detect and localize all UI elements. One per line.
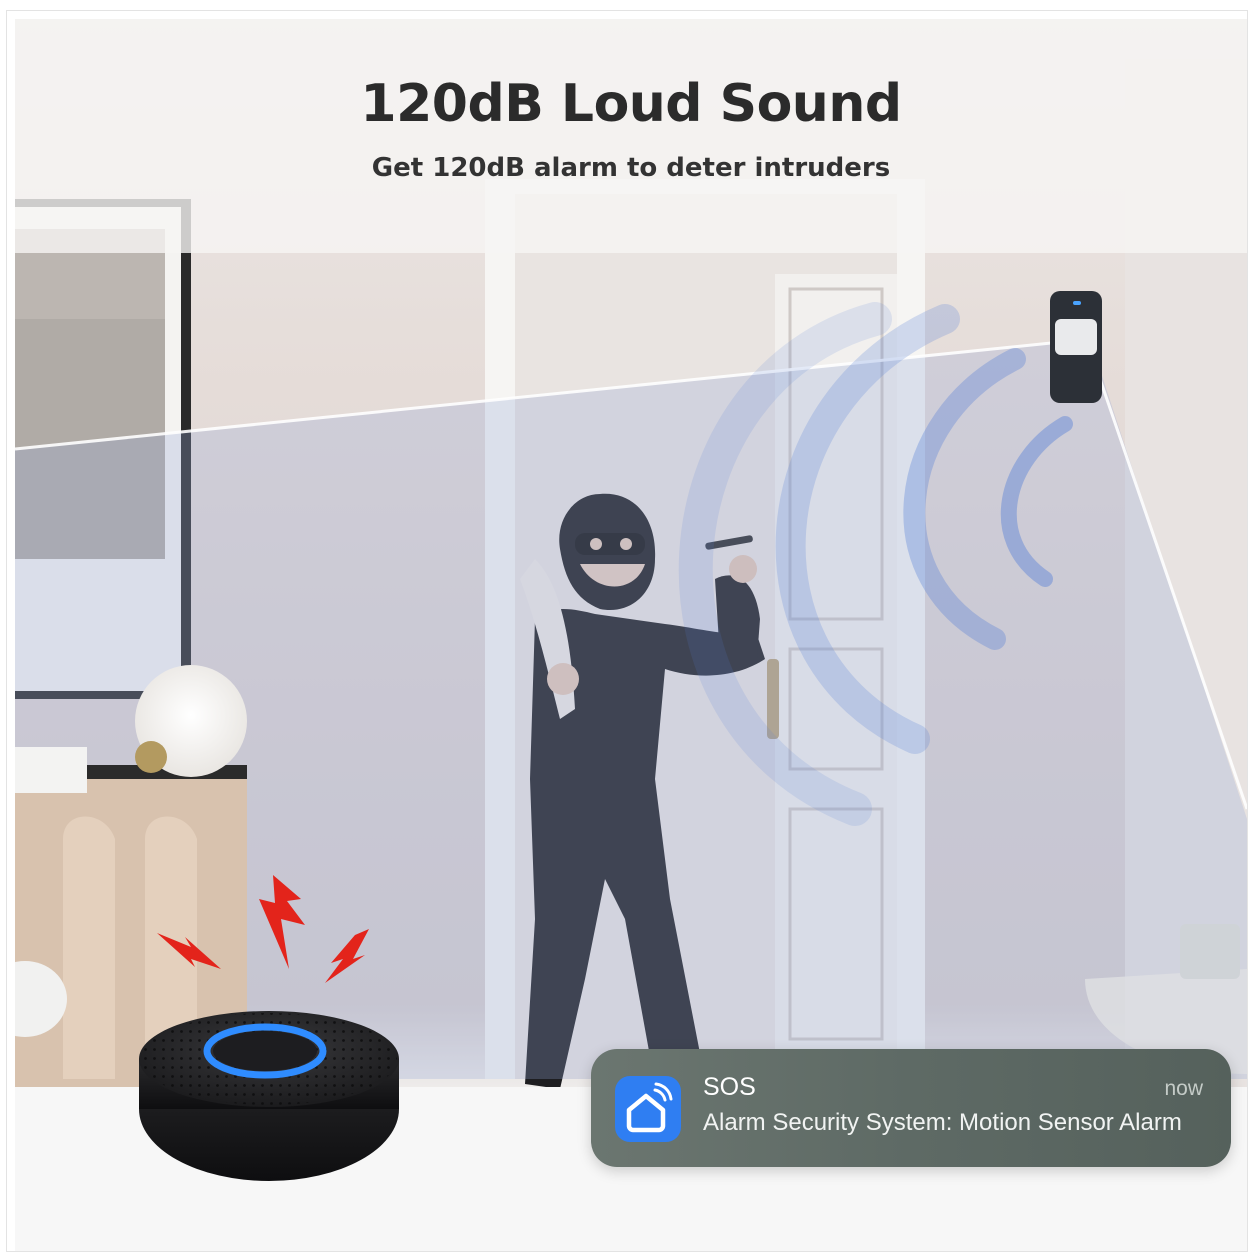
product-image-frame: 120dB Loud Sound Get 120dB alarm to dete… xyxy=(6,10,1248,1252)
table-lamp xyxy=(135,665,247,777)
notification-title: SOS xyxy=(703,1073,756,1101)
siren-hub xyxy=(139,1011,399,1181)
page-subtitle: Get 120dB alarm to deter intruders xyxy=(371,153,891,183)
notification-message: Alarm Security System: Motion Sensor Ala… xyxy=(703,1109,1182,1136)
smart-home-app-icon xyxy=(615,1076,681,1142)
notification-time: now xyxy=(1164,1077,1203,1100)
push-notification[interactable]: SOS now Alarm Security System: Motion Se… xyxy=(591,1049,1231,1167)
page-title: 120dB Loud Sound xyxy=(360,74,902,134)
motion-sensor xyxy=(1050,291,1102,403)
room-scene: 120dB Loud Sound Get 120dB alarm to dete… xyxy=(15,19,1247,1251)
home-wifi-icon xyxy=(626,1082,673,1133)
header-band xyxy=(15,19,1247,253)
